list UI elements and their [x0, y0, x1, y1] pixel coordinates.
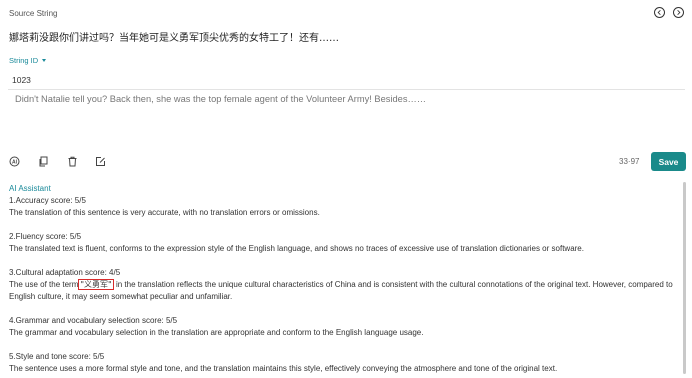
edit-button[interactable]: [95, 156, 106, 167]
string-id-value: 1023: [12, 75, 31, 85]
assessment-item: 5.Style and tone score: 5/5 The sentence…: [9, 351, 681, 375]
prev-string-button[interactable]: [654, 7, 665, 18]
edit-icon: [96, 157, 105, 166]
assessment-score: 5.Style and tone score: 5/5: [9, 352, 105, 361]
highlighted-term: "义勇军": [78, 279, 114, 290]
assessment-text: The grammar and vocabulary selection in …: [9, 328, 424, 337]
assessment-item: 4.Grammar and vocabulary selection score…: [9, 315, 681, 339]
next-string-button[interactable]: [673, 7, 684, 18]
ai-button[interactable]: AI: [9, 156, 20, 167]
assessment-score: 2.Fluency score: 5/5: [9, 232, 82, 241]
chevron-down-icon: [42, 59, 47, 62]
source-text: 娜塔莉没跟你们讲过吗？当年她可是义勇军顶尖优秀的女特工了！还有……: [9, 33, 339, 44]
string-id-dropdown[interactable]: String ID: [9, 56, 47, 65]
ai-assistant-title: AI Assistant: [9, 184, 51, 193]
assessment-item: 1.Accuracy score: 5/5 The translation of…: [9, 195, 681, 219]
copy-button[interactable]: [38, 156, 49, 167]
assessment-text: The translated text is fluent, conforms …: [9, 244, 584, 253]
copy-icon: [39, 156, 48, 167]
char-count: 33·97: [619, 157, 640, 166]
source-string-label: Source String: [9, 9, 58, 18]
chevron-right-icon: [677, 10, 681, 15]
assessment-item: 3.Cultural adaptation score: 4/5 The use…: [9, 267, 681, 303]
save-button[interactable]: Save: [651, 152, 686, 171]
svg-text:AI: AI: [12, 160, 18, 166]
ai-assistant-panel: AI Assistant 1.Accuracy score: 5/5 The t…: [9, 183, 681, 378]
assessment-score: 1.Accuracy score: 5/5: [9, 196, 86, 205]
translation-text: Didn't Natalie tell you? Back then, she …: [15, 94, 427, 104]
assessment-text: The sentence uses a more formal style an…: [9, 364, 558, 373]
assessment-text-before: The use of the term: [9, 280, 79, 289]
chevron-left-icon: [657, 10, 661, 15]
scrollbar[interactable]: [683, 182, 686, 374]
assessment-score: 4.Grammar and vocabulary selection score…: [9, 316, 178, 325]
assessment-score: 3.Cultural adaptation score: 4/5: [9, 268, 121, 277]
ai-icon: AI: [9, 156, 20, 167]
delete-button[interactable]: [67, 156, 78, 167]
assessment-text: The translation of this sentence is very…: [9, 208, 320, 217]
assessment-item: 2.Fluency score: 5/5 The translated text…: [9, 231, 681, 255]
delete-icon: [68, 156, 77, 167]
string-id-label: String ID: [9, 56, 39, 65]
assessment-text: The use of the term "义勇军" in the translat…: [9, 279, 681, 303]
